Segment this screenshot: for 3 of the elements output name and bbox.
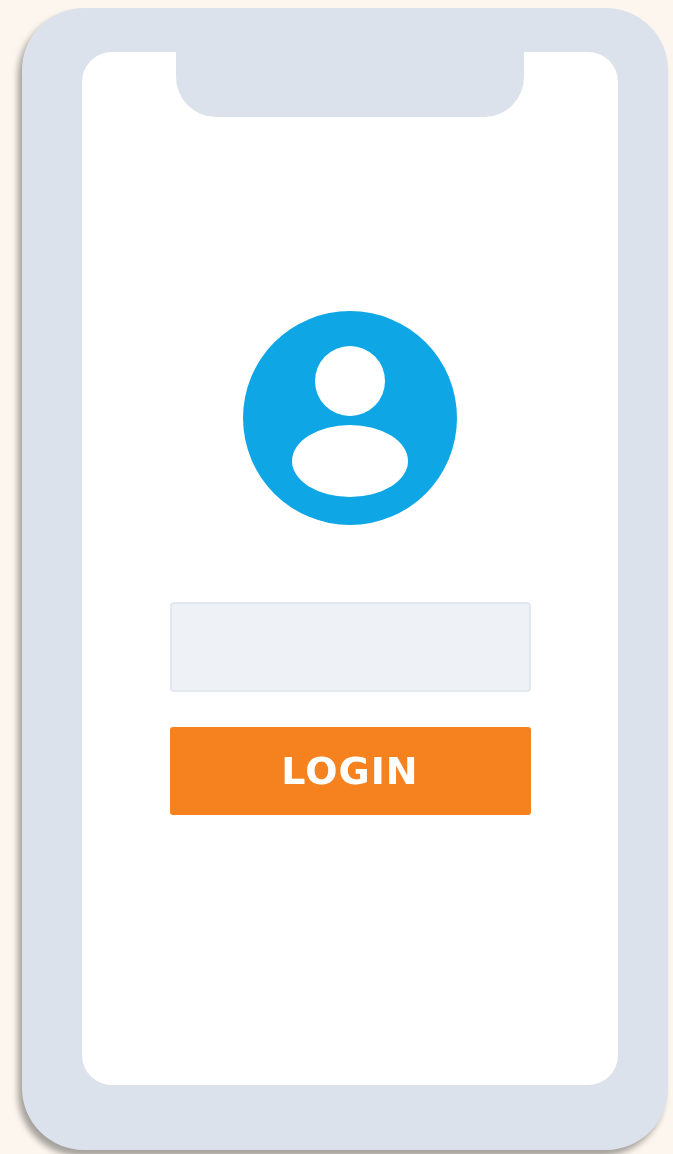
input-field[interactable] [169,602,531,692]
user-icon [243,311,457,525]
login-button[interactable]: LOGIN [169,727,531,815]
